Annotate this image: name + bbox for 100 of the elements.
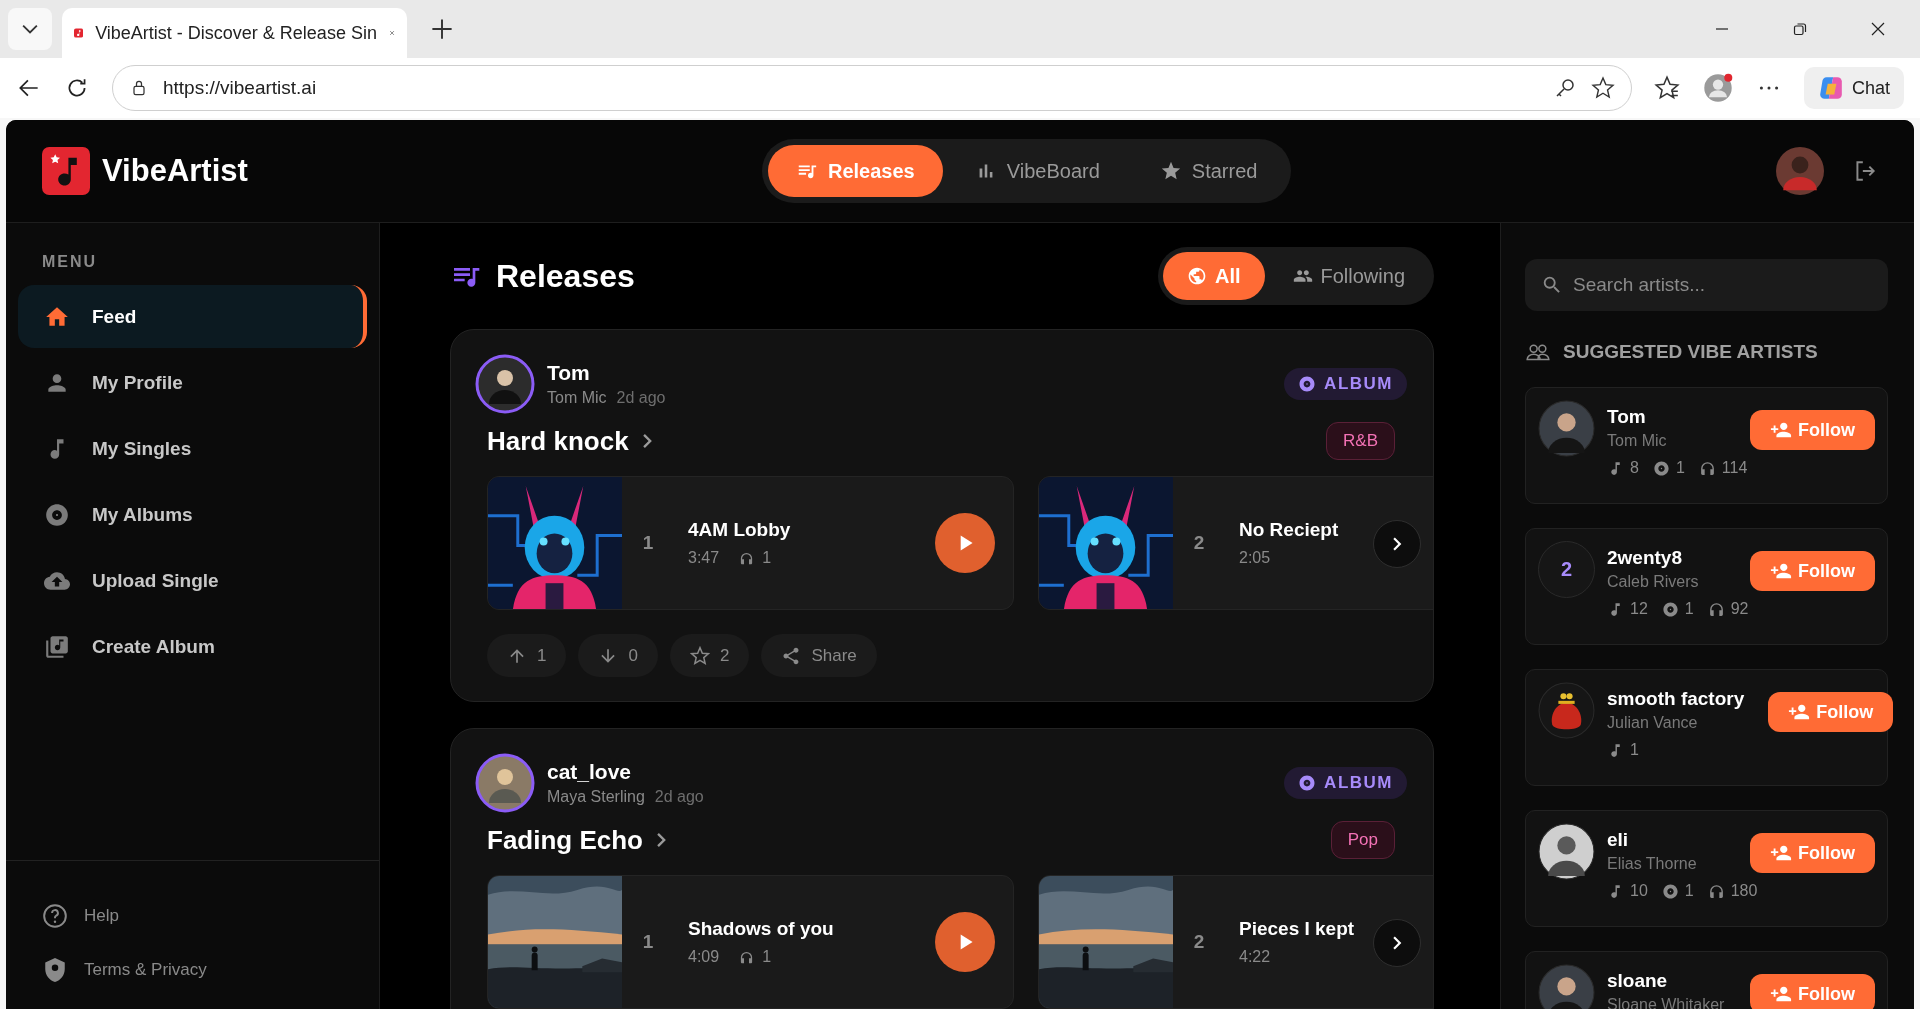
artist-real-name: Caleb Rivers — [1607, 573, 1699, 591]
play-count: 1 — [762, 948, 772, 966]
browser-tab[interactable]: VibeArtist - Discover & Release Sin — [62, 8, 407, 58]
headphones-icon — [739, 949, 755, 965]
track-card[interactable]: 2 No Reciept 2:05 — [1038, 476, 1433, 610]
album-title-link[interactable]: Fading Echo — [487, 824, 666, 856]
action-button[interactable]: 1 — [487, 634, 567, 677]
stat-count: 1 — [1684, 882, 1694, 900]
chevron-right-icon — [657, 833, 666, 847]
artist-name[interactable]: 2wenty8 — [1607, 547, 1699, 569]
section-heading: SUGGESTED VIBE ARTISTS — [1563, 341, 1818, 363]
post-time: 2d ago — [654, 788, 704, 806]
filter-button[interactable]: Following — [1268, 252, 1429, 300]
track-duration: 2:05 — [1239, 549, 1271, 567]
action-button[interactable]: 0 — [578, 634, 658, 677]
artist-name[interactable]: smooth factory — [1607, 688, 1745, 710]
artist-real-name: Tom Mic — [1607, 432, 1667, 450]
track-title: Shadows of you — [688, 918, 834, 940]
stat-count: 1 — [1675, 459, 1685, 477]
album-title-link[interactable]: Hard knock — [487, 425, 652, 457]
avatar[interactable] — [1538, 682, 1595, 739]
track-title: 4AM Lobby — [688, 519, 791, 541]
globe-icon — [1186, 266, 1207, 286]
headphones-icon — [739, 550, 755, 566]
sidebar-item[interactable]: My Profile — [18, 351, 367, 414]
display-name: Tom Mic — [547, 389, 607, 407]
album-badge: ALBUM — [1284, 368, 1407, 400]
track-number: 2 — [1192, 931, 1206, 953]
artist-name[interactable]: Tom — [1607, 406, 1667, 428]
search-field[interactable]: Search artists... — [1525, 259, 1888, 311]
genre-tag: R&B — [1326, 422, 1395, 460]
track-duration: 4:09 — [688, 948, 720, 966]
genre-tag: Pop — [1330, 821, 1395, 859]
shield-icon — [42, 957, 68, 983]
track-title: No Reciept — [1239, 519, 1339, 541]
play-count: 1 — [762, 549, 772, 567]
album-badge: ALBUM — [1284, 767, 1407, 799]
star-outline-icon — [689, 645, 710, 666]
menu-label: MENU — [41, 253, 99, 271]
stat-count: 10 — [1630, 882, 1648, 900]
sidebar-item[interactable]: My Singles — [18, 417, 367, 480]
track-title: Pieces I kept — [1239, 918, 1355, 940]
action-button[interactable]: Share — [761, 634, 877, 677]
chat-button[interactable]: Chat — [1803, 67, 1904, 109]
close-icon[interactable] — [1870, 21, 1886, 37]
footer-link[interactable]: Terms & Privacy — [6, 943, 379, 997]
track-number: 2 — [1192, 532, 1206, 554]
favorites-icon[interactable] — [1653, 75, 1680, 101]
stat-count: 12 — [1630, 600, 1648, 618]
sidebar-item[interactable]: My Albums — [18, 483, 367, 546]
search-icon — [1541, 274, 1563, 296]
caret-icon — [22, 24, 38, 34]
artist-name[interactable]: sloane — [1607, 970, 1725, 992]
username[interactable]: Tom — [547, 361, 666, 385]
stat-count: 114 — [1721, 459, 1748, 477]
track-duration: 3:47 — [688, 549, 720, 567]
profile-icon[interactable] — [1701, 72, 1734, 104]
avatar[interactable]: 2 — [1538, 541, 1595, 598]
page-title: Releases — [496, 257, 635, 295]
restore-icon[interactable] — [1792, 21, 1808, 37]
stat-count: 92 — [1730, 600, 1749, 618]
chevron-right-icon — [642, 434, 652, 448]
nav-tab[interactable]: VibeBoard — [946, 145, 1128, 197]
track-number: 1 — [641, 931, 655, 953]
artist-real-name: Elias Thorne — [1607, 855, 1697, 873]
footer-link[interactable]: Help — [6, 889, 379, 943]
track-card[interactable]: 2 Pieces I kept 4:22 — [1038, 875, 1433, 1009]
brand-name: VibeArtist — [102, 153, 248, 189]
artist-name[interactable]: eli — [1607, 829, 1697, 851]
track-number: 1 — [641, 532, 655, 554]
music-library-icon — [44, 633, 70, 660]
avatar[interactable] — [1538, 400, 1595, 457]
sidebar-item[interactable]: Feed — [18, 285, 367, 348]
headphones-icon — [1707, 882, 1725, 900]
stat-count: 1 — [1684, 600, 1694, 618]
track-card[interactable]: 1 4AM Lobby 3:47 1 — [487, 476, 1014, 610]
stat-count: 180 — [1730, 882, 1758, 900]
avatar[interactable] — [1538, 823, 1595, 880]
avatar[interactable] — [1538, 964, 1595, 1009]
help-icon — [42, 903, 68, 929]
sidebar-item[interactable]: Upload Single — [18, 549, 367, 612]
play-button[interactable] — [935, 912, 995, 972]
user-avatar[interactable] — [1776, 147, 1824, 195]
avatar[interactable] — [475, 753, 535, 813]
play-button[interactable] — [935, 513, 995, 573]
app-logo-icon — [42, 147, 90, 195]
nav-tab[interactable]: Starred — [1131, 145, 1286, 197]
username[interactable]: cat_love — [547, 760, 704, 784]
artist-real-name: Julian Vance — [1607, 714, 1699, 732]
stat-count: 1 — [1630, 741, 1639, 759]
headphones-icon — [1698, 459, 1716, 477]
new-tab-icon[interactable] — [431, 18, 453, 40]
sidebar-item[interactable]: Create Album — [18, 615, 367, 678]
headphones-icon — [1707, 600, 1725, 618]
action-button[interactable]: 2 — [669, 634, 750, 677]
display-name: Maya Sterling — [547, 788, 645, 806]
track-card[interactable]: 1 Shadows of you 4:09 1 — [487, 875, 1014, 1009]
avatar[interactable] — [475, 354, 535, 414]
post-time: 2d ago — [616, 389, 666, 407]
star-icon — [1159, 160, 1182, 182]
